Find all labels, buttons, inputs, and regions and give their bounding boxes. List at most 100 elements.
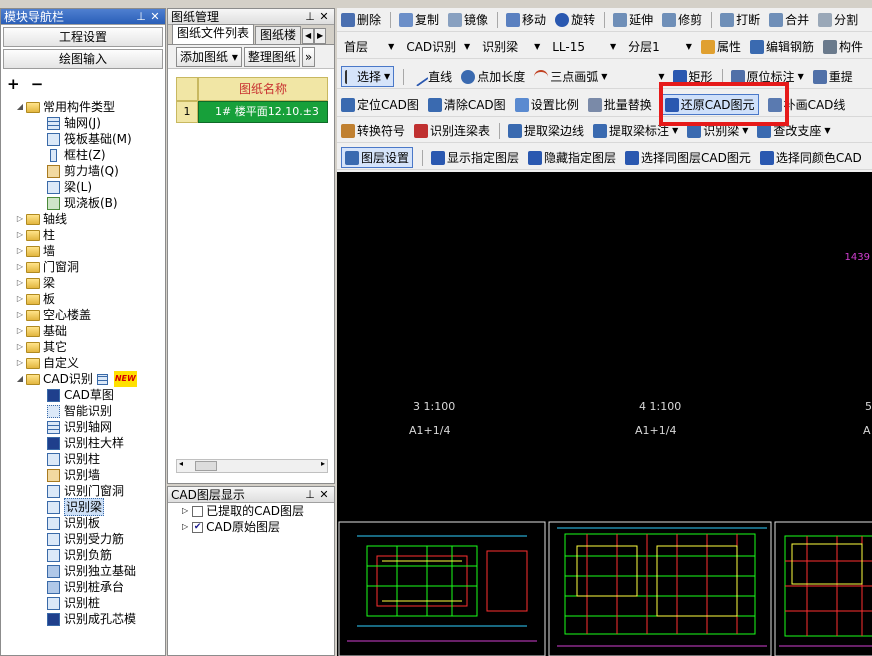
- layer-extracted-checkbox[interactable]: [192, 505, 204, 517]
- tree-node-recog-pile[interactable]: 识别桩: [1, 595, 165, 611]
- organize-drawing-button[interactable]: 整理图纸: [243, 46, 300, 67]
- column-header-name[interactable]: 图纸名称: [198, 77, 328, 101]
- tab-drawing-file-list[interactable]: 图纸文件列表: [172, 24, 255, 44]
- hide-layer-button[interactable]: 隐藏指定图层: [528, 149, 616, 166]
- mode-select[interactable]: CAD识别 ▼: [403, 37, 473, 57]
- more-tools-icon[interactable]: »: [301, 46, 316, 67]
- pin-icon[interactable]: ⊥: [303, 488, 317, 502]
- close-icon[interactable]: ✕: [317, 10, 331, 24]
- tree-folder[interactable]: ▷ 墙: [1, 243, 165, 259]
- component-select[interactable]: LL-15 ▼: [549, 37, 619, 57]
- tab-scroll-right-icon[interactable]: ▶: [314, 28, 327, 44]
- expand-icon[interactable]: ▷: [15, 227, 25, 243]
- expand-icon[interactable]: ▷: [15, 291, 25, 307]
- tree-node-recog-neg-rebar[interactable]: 识别负筋: [1, 547, 165, 563]
- copy-button[interactable]: 复制: [399, 11, 439, 28]
- three-point-arc-button[interactable]: 三点画弧 ▼: [534, 68, 607, 85]
- in-situ-annotation-button[interactable]: 原位标注 ▼: [730, 68, 804, 85]
- horizontal-scrollbar[interactable]: ◂ ▸: [176, 459, 328, 473]
- scroll-right-icon[interactable]: ▸: [321, 459, 325, 468]
- tree-node-recog-rebar[interactable]: 识别受力筋: [1, 531, 165, 547]
- batch-replace-button[interactable]: 批量替换: [587, 96, 652, 113]
- tree-node-shear-wall[interactable]: 剪力墙(Q): [1, 163, 165, 179]
- layer-original[interactable]: ▷ ✔ CAD原始图层: [168, 519, 334, 535]
- tree-node-axis-grid[interactable]: 轴网(J): [1, 115, 165, 131]
- cad-canvas[interactable]: 1439 3 1:100 A1+1/4 4 1:100 A1+1/4 5 A: [337, 172, 872, 656]
- tree-node-beam[interactable]: 梁(L): [1, 179, 165, 195]
- extract-beam-edge-button[interactable]: 提取梁边线: [508, 122, 584, 139]
- show-layer-button[interactable]: 显示指定图层: [431, 149, 519, 166]
- rotate-button[interactable]: 旋转: [555, 11, 595, 28]
- tab-drawing-floor[interactable]: 图纸楼: [255, 26, 302, 44]
- edit-rebar-button[interactable]: 编辑钢筋: [749, 38, 814, 55]
- recognize-coupling-beam-table-button[interactable]: 识别连梁表: [414, 122, 490, 139]
- re-extract-button[interactable]: 重提: [812, 68, 853, 85]
- close-icon[interactable]: ✕: [317, 488, 331, 502]
- drawing-input-button[interactable]: 绘图输入: [3, 49, 163, 69]
- tree-node-common[interactable]: ◢ 常用构件类型: [1, 99, 165, 115]
- expand-icon[interactable]: ▷: [15, 259, 25, 275]
- set-scale-button[interactable]: 设置比例: [514, 96, 579, 113]
- rectangle-button[interactable]: 矩形: [672, 68, 713, 85]
- expand-icon[interactable]: ▷: [15, 307, 25, 323]
- layer-extracted[interactable]: ▷ 已提取的CAD图层: [168, 503, 334, 519]
- tree-node-recog-axis[interactable]: 识别轴网: [1, 419, 165, 435]
- tree-node-recog-core[interactable]: 识别成孔芯模: [1, 611, 165, 627]
- tree-folder[interactable]: ▷ 基础: [1, 323, 165, 339]
- tree-node-recog-pile-cap[interactable]: 识别桩承台: [1, 579, 165, 595]
- move-button[interactable]: 移动: [506, 11, 546, 28]
- select-same-color-button[interactable]: 选择同颜色CAD: [759, 149, 862, 166]
- tree-node-recog-opening[interactable]: 识别门窗洞: [1, 483, 165, 499]
- component-button[interactable]: 构件: [822, 38, 863, 55]
- tree-node-raft[interactable]: 筏板基础(M): [1, 131, 165, 147]
- clear-cad-button[interactable]: 清除CAD图: [427, 96, 506, 113]
- tree-folder[interactable]: ▷ 其它: [1, 339, 165, 355]
- type-select[interactable]: 识别梁 ▼: [479, 37, 543, 57]
- collapse-icon[interactable]: ◢: [15, 371, 25, 387]
- tree-folder[interactable]: ▷ 轴线: [1, 211, 165, 227]
- redraw-cad-line-button[interactable]: 补画CAD线: [767, 96, 845, 113]
- pin-icon[interactable]: ⊥: [303, 10, 317, 24]
- tree-node-recog-column[interactable]: 识别柱: [1, 451, 165, 467]
- break-button[interactable]: 打断: [720, 11, 760, 28]
- extract-beam-annotation-button[interactable]: 提取梁标注 ▼: [593, 122, 678, 139]
- tree-node-recog-wall[interactable]: 识别墙: [1, 467, 165, 483]
- extend-button[interactable]: 延伸: [613, 11, 653, 28]
- expand-icon[interactable]: ▷: [15, 211, 25, 227]
- add-drawing-button[interactable]: 添加图纸 ▾: [176, 46, 242, 67]
- restore-cad-element-button[interactable]: 还原CAD图元: [660, 94, 759, 115]
- scroll-left-icon[interactable]: ◂: [179, 459, 183, 468]
- expand-icon[interactable]: ▷: [15, 355, 25, 371]
- tree-folder[interactable]: ▷ 门窗洞: [1, 259, 165, 275]
- trim-button[interactable]: 修剪: [662, 11, 702, 28]
- expand-icon[interactable]: ▷: [182, 519, 188, 535]
- mirror-button[interactable]: 镜像: [448, 11, 488, 28]
- convert-symbol-button[interactable]: 转换符号: [341, 122, 405, 139]
- delete-button[interactable]: 删除: [341, 11, 381, 28]
- tree-node-smart[interactable]: 智能识别: [1, 403, 165, 419]
- tree-folder[interactable]: ▷ 自定义: [1, 355, 165, 371]
- merge-button[interactable]: 合并: [769, 11, 809, 28]
- recognize-beam-button[interactable]: 识别梁 ▼: [687, 122, 748, 139]
- select-button[interactable]: 选择 ▼: [341, 66, 395, 87]
- tree-node-recog-footing[interactable]: 识别独立基础: [1, 563, 165, 579]
- properties-button[interactable]: 属性: [700, 38, 741, 55]
- pin-icon[interactable]: ⊥: [134, 10, 148, 24]
- tree-folder[interactable]: ▷ 板: [1, 291, 165, 307]
- split-button[interactable]: 分割: [818, 11, 858, 28]
- tree-node-recog-column-detail[interactable]: 识别柱大样: [1, 435, 165, 451]
- collapse-icon[interactable]: ◢: [15, 99, 25, 115]
- drawing-name-cell[interactable]: 1# 楼平面12.10.±3: [198, 101, 328, 123]
- tree-node-recog-beam[interactable]: 识别梁: [1, 498, 165, 516]
- line-button[interactable]: 直线: [409, 66, 452, 87]
- expand-icon[interactable]: ▷: [182, 503, 188, 519]
- chevron-down-icon[interactable]: ▼: [658, 72, 664, 81]
- tree-node-column[interactable]: 框柱(Z): [1, 147, 165, 163]
- tree-node-cad-sketch[interactable]: CAD草图: [1, 387, 165, 403]
- select-same-layer-button[interactable]: 选择同图层CAD图元: [625, 149, 751, 166]
- check-support-button[interactable]: 查改支座 ▼: [757, 122, 831, 139]
- tree-node-slab[interactable]: 现浇板(B): [1, 195, 165, 211]
- floor-select[interactable]: 首层 ▼: [341, 37, 397, 57]
- layer-original-checkbox[interactable]: ✔: [192, 521, 204, 533]
- expand-icon[interactable]: ▷: [15, 323, 25, 339]
